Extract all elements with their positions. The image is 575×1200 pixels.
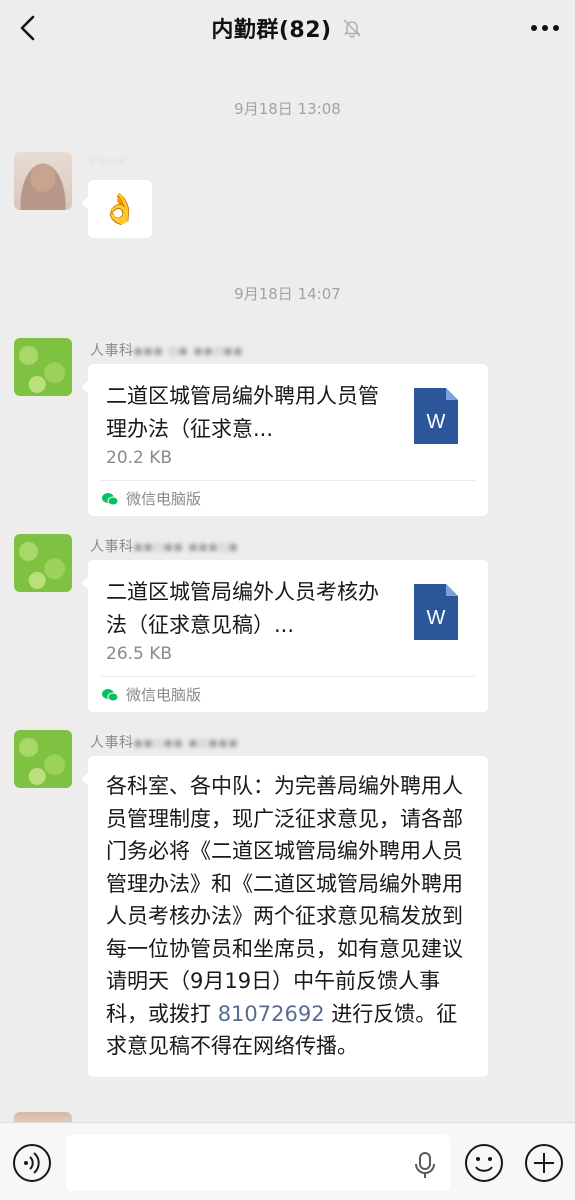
message-text: 各科室、各中队：为完善局编外聘用人员管理制度，现广泛征求意见，请各部门务必将《二…	[106, 774, 463, 1026]
voice-button[interactable]	[12, 1143, 52, 1183]
chat-title: 内勤群(82)	[211, 18, 332, 43]
avatar[interactable]	[14, 730, 72, 788]
chat-header: 内勤群(82)	[0, 0, 575, 56]
more-horizontal-icon	[531, 25, 559, 31]
message-timestamp: 9月18日 14:07	[234, 285, 341, 303]
emoji-message-bubble[interactable]: 👌	[81, 180, 152, 238]
input-bar	[0, 1122, 575, 1200]
divider	[100, 480, 476, 481]
sender-name: 人事科▪▪▫▪▪ ▪▪▪▫▪	[90, 539, 239, 555]
more-functions-button[interactable]	[524, 1143, 564, 1183]
more-button[interactable]	[525, 8, 565, 48]
ok-hand-emoji: 👌	[101, 191, 139, 227]
avatar[interactable]	[14, 152, 72, 210]
chat-title-group: 内勤群(82)	[211, 12, 363, 44]
file-size: 26.5 KB	[106, 644, 173, 664]
plus-circle-icon	[525, 1144, 563, 1182]
svg-text:W: W	[427, 411, 446, 433]
word-document-icon: W	[414, 388, 458, 444]
sender-name: 人事科▪▪▪ ▫▪ ▪▪▫▪▪	[90, 343, 244, 359]
emoji-button[interactable]	[464, 1143, 504, 1183]
file-title: 二道区城管局编外人员考核办法（征求意见稿）...	[106, 580, 379, 637]
svg-text:W: W	[427, 607, 446, 629]
wechat-icon	[102, 492, 118, 505]
chevron-left-icon	[20, 15, 35, 41]
phone-number-link[interactable]: 81072692	[218, 1002, 325, 1026]
file-title: 二道区城管局编外聘用人员管理办法（征求意...	[106, 384, 379, 441]
bell-off-icon	[342, 17, 364, 39]
avatar[interactable]	[14, 338, 72, 396]
file-message-bubble[interactable]: 二道区城管局编外聘用人员管理办法（征求意... 20.2 KB W 微信电脑版	[81, 364, 488, 516]
message-input[interactable]	[66, 1135, 450, 1191]
voice-icon	[13, 1144, 51, 1182]
sender-name: 人事科▪▪▫▪▪ ▪▫▪▪▪	[90, 735, 239, 751]
mic-icon[interactable]	[414, 1151, 436, 1179]
wechat-icon	[102, 688, 118, 701]
word-document-icon: W	[414, 584, 458, 640]
text-message-bubble[interactable]: 各科室、各中队：为完善局编外聘用人员管理制度，现广泛征求意见，请各部门务必将《二…	[81, 756, 488, 1077]
message-timestamp: 9月18日 13:08	[234, 100, 341, 118]
smiley-icon	[465, 1144, 503, 1182]
back-button[interactable]	[8, 8, 48, 48]
file-source: 微信电脑版	[102, 488, 201, 509]
divider	[100, 676, 476, 677]
file-size: 20.2 KB	[106, 448, 173, 468]
sender-name: ‧ ‧ ‧ ‧	[90, 154, 125, 170]
file-source: 微信电脑版	[102, 684, 201, 705]
file-message-bubble[interactable]: 二道区城管局编外人员考核办法（征求意见稿）... 26.5 KB W 微信电脑版	[81, 560, 488, 712]
avatar[interactable]	[14, 534, 72, 592]
